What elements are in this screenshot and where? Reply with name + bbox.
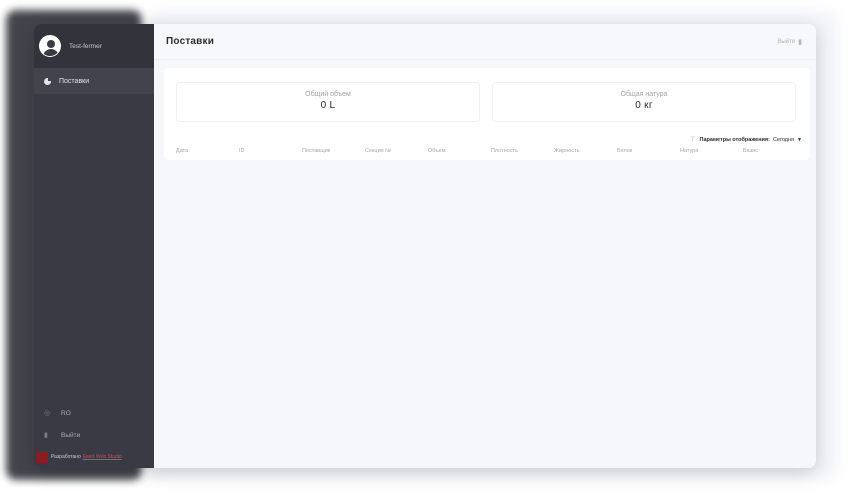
- stat-total-volume: Общий объем 0 L: [176, 82, 480, 122]
- sidebar: Test-fermer Поставки ◎ RO ▮ Выйти Разраб…: [34, 24, 154, 468]
- developer-credit: Разработано Esert Web Studio: [34, 446, 154, 468]
- studio-link[interactable]: Esert Web Studio: [83, 454, 122, 460]
- sidebar-item-deliveries[interactable]: Поставки: [34, 68, 154, 94]
- app-window: Test-fermer Поставки ◎ RO ▮ Выйти Разраб…: [34, 24, 816, 468]
- chevron-down-icon: ▼: [797, 136, 802, 143]
- column-header[interactable]: Жирность: [554, 148, 579, 154]
- filter-label: Параметры отображения:: [699, 136, 770, 143]
- header-logout-button[interactable]: Выйти ▮: [777, 38, 802, 46]
- column-header[interactable]: Поставщик: [302, 148, 330, 154]
- sidebar-logout-label: Выйти: [61, 431, 81, 439]
- period-select[interactable]: Сегодня: [773, 137, 794, 143]
- stat-value: 0 кг: [635, 100, 653, 111]
- column-header[interactable]: Секция №: [365, 148, 391, 154]
- logout-icon: ▮: [44, 432, 48, 439]
- deliveries-panel: Общий объем 0 L Общая натура 0 кг ⊤ Пара…: [164, 68, 810, 160]
- header-logout-label: Выйти: [777, 38, 796, 45]
- column-header[interactable]: Плотность: [491, 148, 518, 154]
- sidebar-logout[interactable]: ▮ Выйти: [34, 424, 154, 446]
- column-header[interactable]: Объем: [428, 148, 446, 154]
- logout-icon: ▮: [798, 38, 802, 46]
- language-label: RO: [61, 409, 71, 417]
- credit-prefix: Разработано: [51, 454, 81, 460]
- avatar-icon: [39, 35, 61, 57]
- stat-label: Общий объем: [305, 91, 351, 98]
- display-filter[interactable]: ⊤ Параметры отображения: Сегодня ▼: [690, 136, 802, 144]
- filter-icon: ⊤: [690, 137, 696, 143]
- language-icon: ◎: [44, 410, 51, 417]
- stat-value: 0 L: [320, 100, 336, 111]
- top-bar: Поставки Выйти ▮: [154, 24, 816, 60]
- studio-logo: [36, 451, 48, 463]
- page-title: Поставки: [166, 36, 215, 47]
- sidebar-item-label: Поставки: [59, 77, 90, 85]
- column-header[interactable]: Натура: [680, 148, 698, 154]
- main-content: Поставки Выйти ▮ Общий объем 0 L Общая н…: [154, 24, 816, 468]
- stat-total-nature: Общая натура 0 кг: [492, 82, 796, 122]
- profile[interactable]: Test-fermer: [34, 24, 154, 68]
- profile-name: Test-fermer: [69, 42, 102, 50]
- language-switch[interactable]: ◎ RO: [34, 402, 154, 424]
- pie-chart-icon: [44, 77, 51, 85]
- column-header[interactable]: Базис: [743, 148, 758, 154]
- sidebar-bottom: ◎ RO ▮ Выйти Разработано Esert Web Studi…: [34, 402, 154, 468]
- column-header[interactable]: ID: [239, 148, 245, 154]
- column-header[interactable]: Белок: [617, 148, 632, 154]
- stat-label: Общая натура: [620, 91, 668, 98]
- column-header[interactable]: Дата: [176, 148, 188, 154]
